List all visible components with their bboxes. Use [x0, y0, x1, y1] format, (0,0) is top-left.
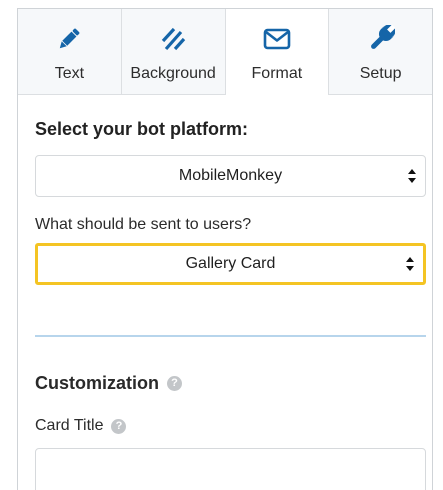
card-title-label: Card Title — [35, 417, 104, 434]
envelope-icon — [262, 25, 292, 53]
select-arrows-icon — [406, 257, 414, 271]
send-question-label: What should be sent to users? — [35, 216, 252, 233]
pencil-icon — [54, 25, 84, 53]
tab-background-label: Background — [130, 65, 216, 82]
card-title-input[interactable] — [35, 448, 426, 490]
tab-format-label: Format — [251, 65, 303, 82]
editor-panel: Text Background Format Setup Select your… — [17, 8, 433, 490]
diagonal-stripes-icon — [158, 25, 188, 53]
tab-format[interactable]: Format — [225, 9, 330, 95]
help-icon[interactable]: ? — [167, 376, 182, 391]
send-type-select[interactable]: Gallery Card — [35, 243, 426, 285]
wrench-icon — [366, 25, 396, 53]
tab-background[interactable]: Background — [121, 9, 226, 94]
tab-text-label: Text — [54, 65, 85, 82]
tab-bar: Text Background Format Setup — [18, 9, 432, 95]
card-title-label-row: Card Title ? — [35, 417, 416, 435]
platform-select-value: MobileMonkey — [178, 167, 283, 184]
help-icon[interactable]: ? — [111, 418, 127, 434]
customization-title: Customization — [35, 373, 159, 393]
send-type-select-value: Gallery Card — [185, 255, 276, 272]
tab-text[interactable]: Text — [18, 9, 122, 94]
tab-setup[interactable]: Setup — [329, 9, 432, 94]
format-content: Select your bot platform: MobileMonkey W… — [18, 119, 432, 490]
section-divider — [35, 335, 426, 337]
platform-title: Select your bot platform: — [35, 119, 249, 139]
platform-select[interactable]: MobileMonkey — [35, 155, 426, 197]
customization-heading: Customization ? — [35, 373, 416, 394]
select-arrows-icon — [408, 169, 416, 183]
tab-setup-label: Setup — [359, 65, 402, 82]
